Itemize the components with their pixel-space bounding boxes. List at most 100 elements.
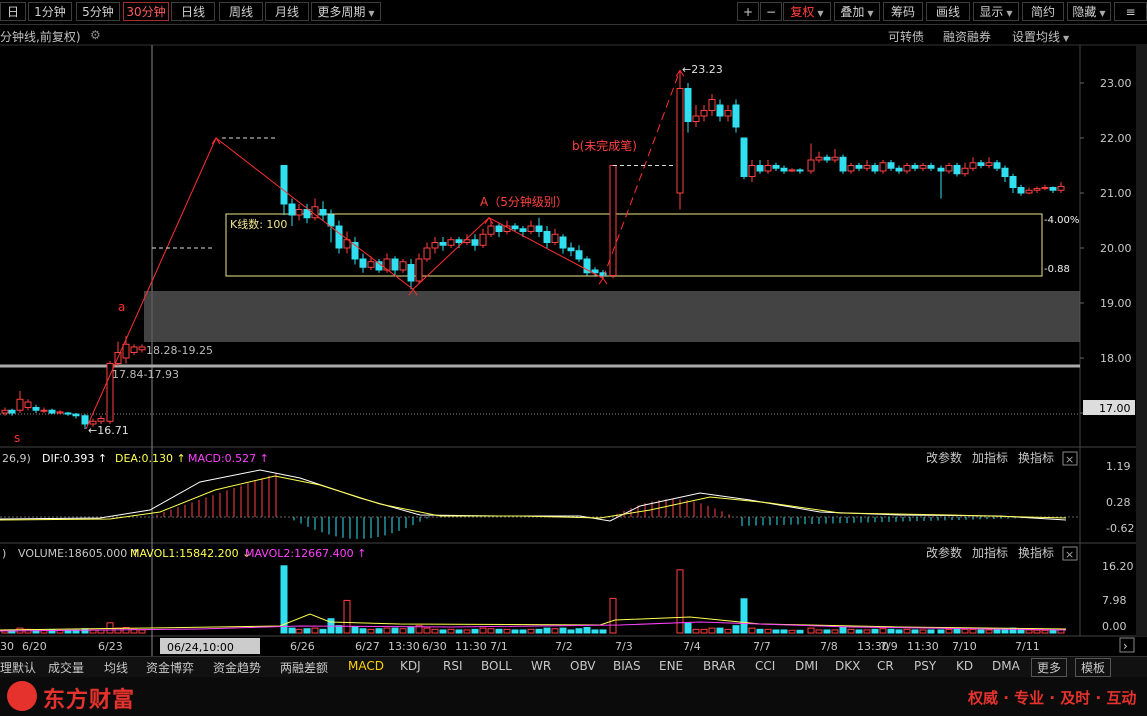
candle bbox=[937, 165, 945, 199]
zone-range-label: 18.28-19.25 bbox=[146, 344, 213, 357]
candle-body bbox=[937, 167, 945, 172]
volume-bar bbox=[519, 629, 527, 634]
volume-bar bbox=[471, 628, 479, 634]
indicator-tab-15[interactable]: CCI bbox=[755, 659, 775, 673]
candle-body bbox=[431, 242, 439, 249]
date-label: 6/26 bbox=[290, 640, 315, 653]
candle-body bbox=[543, 231, 551, 243]
indicator-tab-20[interactable]: KD bbox=[956, 659, 973, 673]
volume-bar bbox=[551, 628, 559, 634]
bi-stroke-line bbox=[85, 137, 604, 430]
candle bbox=[756, 160, 764, 174]
indicator-tab-6[interactable]: MACD bbox=[348, 659, 384, 673]
indicator-tab-8[interactable]: RSI bbox=[443, 659, 463, 673]
indicator-tab-14[interactable]: BRAR bbox=[703, 659, 736, 673]
candle bbox=[911, 162, 919, 171]
candle-body bbox=[748, 165, 756, 177]
candle bbox=[583, 256, 591, 276]
candle bbox=[807, 143, 815, 174]
macd-axis-label: 0.28 bbox=[1106, 496, 1131, 509]
indicator-tab-11[interactable]: OBV bbox=[570, 659, 596, 673]
price-tick-label: 22.00 bbox=[1100, 132, 1132, 145]
candle bbox=[16, 391, 24, 413]
volume-bar bbox=[911, 629, 919, 634]
volume-action-1: 加指标 bbox=[972, 545, 1008, 560]
candle-body bbox=[97, 418, 105, 422]
volume-bar bbox=[927, 629, 935, 634]
indicator-tab-0[interactable]: 理默认 bbox=[0, 659, 36, 676]
indicator-tab-12[interactable]: BIAS bbox=[613, 659, 641, 673]
candle bbox=[839, 154, 847, 174]
date-label: 11:30 bbox=[455, 640, 487, 653]
indicator-tab-19[interactable]: PSY bbox=[914, 659, 936, 673]
indicator-tab-13[interactable]: ENE bbox=[659, 659, 683, 673]
candle bbox=[863, 160, 871, 171]
indicator-tab-16[interactable]: DMI bbox=[795, 659, 818, 673]
indicator-tab-2[interactable]: 均线 bbox=[104, 659, 128, 676]
volume-bar bbox=[319, 628, 327, 634]
candle bbox=[977, 160, 985, 169]
indicator-tab-7[interactable]: KDJ bbox=[400, 659, 421, 673]
candle bbox=[887, 160, 895, 171]
candle bbox=[740, 137, 748, 180]
volume-bar bbox=[772, 629, 780, 634]
candle-body bbox=[692, 115, 700, 122]
indicator-tab-9[interactable]: BOLL bbox=[481, 659, 512, 673]
candle bbox=[700, 105, 708, 122]
indicator-tab-18[interactable]: CR bbox=[877, 659, 894, 673]
candle-body bbox=[1041, 187, 1049, 190]
candle-body bbox=[887, 162, 895, 169]
candle bbox=[399, 259, 407, 273]
volume-bar bbox=[375, 628, 383, 634]
indicator-tab-21[interactable]: DMA bbox=[992, 659, 1020, 673]
kline-chart[interactable]: ←23.23 ←16.71 18.28-19.25 17.84-17.93 a A（5分钟… bbox=[0, 0, 1147, 656]
indicator-tab-4[interactable]: 资金趋势 bbox=[213, 659, 261, 676]
volume-bar bbox=[815, 629, 823, 634]
candle-body bbox=[788, 169, 796, 172]
date-label: 7/3 bbox=[615, 640, 633, 653]
candle-body bbox=[407, 264, 415, 282]
candle-body bbox=[575, 250, 583, 260]
indicator-tab-23[interactable]: 模板 bbox=[1075, 658, 1112, 677]
indicator-tab-5[interactable]: 两融差额 bbox=[280, 659, 328, 676]
indicator-tab-1[interactable]: 成交量 bbox=[48, 659, 84, 676]
volume-bar bbox=[724, 628, 732, 634]
candle bbox=[295, 204, 303, 221]
candle bbox=[609, 165, 617, 279]
candle-body bbox=[985, 162, 993, 166]
indicator-tab-10[interactable]: WR bbox=[531, 659, 551, 673]
date-label: 7/8 bbox=[820, 640, 838, 653]
indicator-tab-3[interactable]: 资金博弈 bbox=[146, 659, 194, 676]
candle-body bbox=[439, 242, 447, 246]
indicator-tab-17[interactable]: DKX bbox=[835, 659, 860, 673]
candle bbox=[543, 226, 551, 248]
volume-bar bbox=[503, 628, 511, 634]
candle bbox=[567, 242, 575, 257]
dea-value: DEA:0.130 ↑ bbox=[115, 452, 186, 465]
macd-action-2: 换指标 bbox=[1018, 450, 1054, 465]
volume-bar bbox=[106, 622, 114, 634]
brand-name: 东方财富 bbox=[43, 688, 136, 713]
candle bbox=[471, 234, 479, 251]
indicator-tab-22[interactable]: 更多 bbox=[1031, 658, 1068, 677]
candle-body bbox=[471, 239, 479, 246]
volume-params: ) bbox=[2, 547, 6, 560]
candle-body bbox=[815, 156, 823, 161]
candle-body bbox=[8, 409, 16, 414]
dif-value: DIF:0.393 ↑ bbox=[42, 452, 107, 465]
candle bbox=[423, 242, 431, 262]
volume-bar bbox=[567, 629, 575, 634]
volume-bar bbox=[716, 627, 724, 634]
volume-bar bbox=[953, 628, 961, 634]
price-tick-label: 18.00 bbox=[1100, 352, 1132, 365]
candle bbox=[8, 408, 16, 416]
candle bbox=[288, 198, 296, 226]
candle bbox=[855, 162, 863, 171]
volume-bar bbox=[945, 628, 953, 634]
candle-body bbox=[559, 236, 567, 249]
volume-bar bbox=[895, 629, 903, 634]
candle bbox=[919, 162, 927, 171]
candle-body bbox=[708, 99, 716, 111]
volume-bar bbox=[807, 627, 815, 634]
candle-body bbox=[303, 209, 311, 219]
